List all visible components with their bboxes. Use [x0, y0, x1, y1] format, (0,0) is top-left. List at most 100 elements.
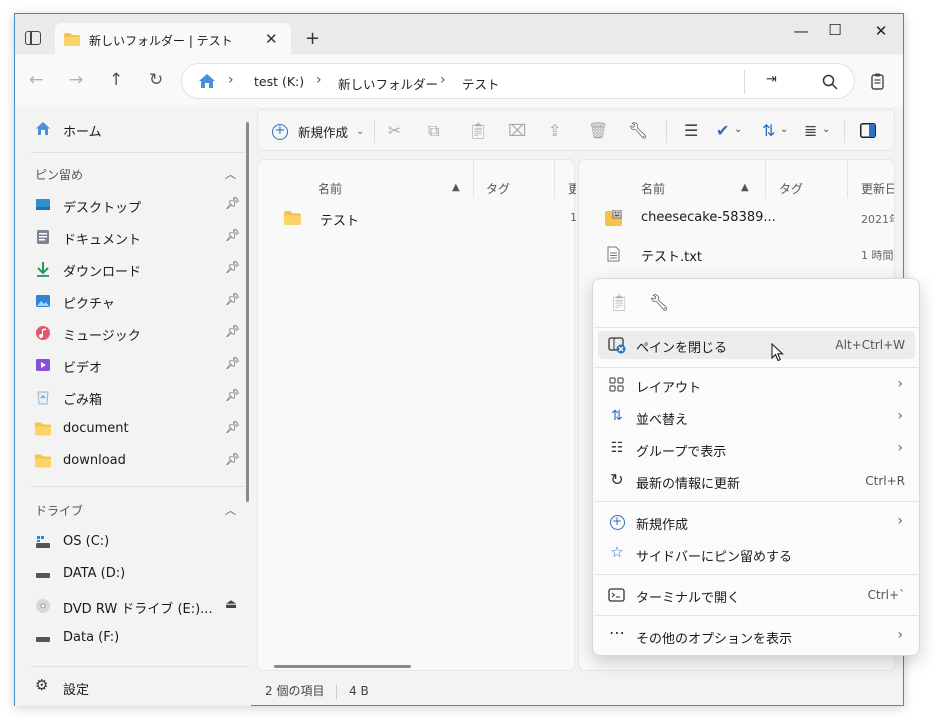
breadcrumb-drive[interactable]: test (K:) — [254, 74, 304, 89]
sidebar-item-documents[interactable]: ドキュメント 📌︎ — [35, 224, 245, 250]
details-pane-icon[interactable] — [860, 123, 876, 138]
clipboard-icon[interactable] — [871, 73, 884, 90]
pin-icon[interactable]: 📌︎ — [225, 324, 240, 338]
pinned-section-header[interactable]: ピン留め — [35, 166, 83, 183]
status-bar: 2 個の項目 4 B — [265, 682, 369, 699]
view-options-icon[interactable]: ✔ — [716, 121, 729, 140]
tab-close-icon[interactable]: ✕ — [265, 30, 278, 48]
pin-icon[interactable]: 📌︎ — [225, 292, 240, 306]
column-divider[interactable] — [554, 160, 555, 198]
paste-icon[interactable]: 📋︎ — [468, 121, 488, 140]
column-header-name[interactable]: 名前 — [641, 180, 665, 197]
list-item[interactable]: テスト 1 — [258, 206, 577, 232]
sidebar-item-pictures[interactable]: ピクチャ 📌︎ — [35, 288, 245, 314]
filter-icon[interactable]: ☰ — [684, 121, 698, 140]
sidebar-item-settings[interactable]: ⚙ 設定 — [35, 674, 245, 700]
menu-item-label: 並べ替え — [636, 413, 689, 428]
cut-icon[interactable]: ✂ — [388, 121, 401, 140]
list-item[interactable]: cheesecake-58389... 2021年 — [579, 206, 894, 232]
chevron-up-icon[interactable]: ︿ — [225, 166, 236, 182]
chevron-down-icon[interactable]: ⌄ — [822, 124, 830, 135]
sidebar-item-videos[interactable]: ビデオ 📌︎ — [35, 352, 245, 378]
menu-item-close-pane[interactable]: ペインを閉じる Alt+Ctrl+W — [598, 331, 915, 359]
column-header-tag[interactable]: タグ — [779, 180, 803, 197]
close-window-button[interactable]: ✕ — [871, 22, 891, 42]
maximize-button[interactable]: ☐ — [825, 21, 845, 41]
delete-icon[interactable]: 🗑︎ — [588, 121, 608, 140]
drives-section-header[interactable]: ドライブ — [35, 502, 83, 519]
forward-button[interactable]: → — [69, 70, 83, 90]
sort-icon[interactable]: ⇅ — [762, 121, 775, 140]
rename-icon[interactable]: ⌧ — [508, 121, 526, 140]
pin-icon[interactable]: 📌︎ — [225, 260, 240, 274]
up-button[interactable]: ↑ — [109, 70, 123, 90]
refresh-button[interactable]: ↻ — [149, 70, 163, 90]
new-tab-button[interactable]: + — [305, 28, 320, 49]
menu-item-refresh[interactable]: ↻ 最新の情報に更新 Ctrl+R — [598, 467, 915, 495]
wrench-icon[interactable]: 🔧︎ — [649, 293, 669, 312]
column-header-date[interactable]: 更 — [568, 180, 576, 197]
sidebar-item-drive-c[interactable]: OS (C:) — [35, 529, 245, 555]
sidebar-item-document-folder[interactable]: document 📌︎ — [35, 416, 245, 442]
go-to-end-icon[interactable]: ⇥ — [766, 72, 777, 87]
chevron-up-icon[interactable]: ︿ — [225, 502, 236, 518]
wrench-icon[interactable]: 🔧︎ — [628, 121, 648, 140]
column-divider[interactable] — [847, 160, 848, 198]
column-header-tag[interactable]: タグ — [486, 180, 510, 197]
home-icon[interactable] — [198, 73, 216, 89]
column-header-date[interactable]: 更新日 — [861, 180, 894, 197]
pin-icon[interactable]: 📌︎ — [225, 196, 240, 210]
tab-current[interactable]: 新しいフォルダー | テスト ✕ — [55, 23, 291, 55]
pin-icon[interactable]: 📌︎ — [225, 452, 240, 466]
menu-item-sort[interactable]: ⇅ 並べ替え › — [598, 403, 915, 431]
chevron-down-icon[interactable]: ⌄ — [734, 124, 742, 135]
pin-icon[interactable]: 📌︎ — [225, 356, 240, 370]
new-button-label: 新規作成 — [297, 125, 348, 140]
menu-item-layout[interactable]: レイアウト › — [598, 371, 915, 399]
pin-icon[interactable]: 📌︎ — [225, 228, 240, 242]
copy-icon[interactable]: ⧉ — [428, 121, 439, 141]
pin-icon[interactable]: 📌︎ — [225, 388, 240, 402]
sidebar-item-home[interactable]: ホーム — [35, 116, 245, 142]
tab-overview-icon[interactable] — [25, 31, 41, 45]
menu-item-more-options[interactable]: ⋯ その他のオプションを表示 › — [598, 622, 915, 650]
folder-icon — [64, 33, 80, 46]
menu-item-new[interactable]: + 新規作成 › — [598, 508, 915, 536]
menu-divider — [594, 367, 920, 368]
share-icon[interactable]: ⇪ — [548, 121, 561, 140]
sidebar-item-download-folder[interactable]: download 📌︎ — [35, 448, 245, 474]
new-button[interactable]: + 新規作成 ⌄ — [272, 122, 364, 141]
menu-item-group-by[interactable]: ☷ グループで表示 › — [598, 435, 915, 463]
sidebar-item-drive-d[interactable]: DATA (D:) — [35, 561, 245, 587]
sidebar-item-drive-f[interactable]: Data (F:) — [35, 625, 245, 651]
folder-icon — [35, 454, 51, 468]
address-bar[interactable]: › test (K:) › 新しいフォルダー › テスト ⇥ — [181, 63, 855, 99]
toolbar-divider — [844, 119, 845, 143]
menu-item-open-terminal[interactable]: ターミナルで開く Ctrl+` — [598, 581, 915, 609]
column-divider[interactable] — [473, 160, 474, 198]
search-icon[interactable] — [822, 74, 838, 90]
chevron-right-icon: › — [897, 408, 903, 424]
eject-icon[interactable]: ⏏ — [225, 597, 237, 612]
chevron-down-icon[interactable]: ⌄ — [780, 124, 788, 135]
sidebar-item-downloads[interactable]: ダウンロード 📌︎ — [35, 256, 245, 282]
menu-divider — [594, 501, 920, 502]
pin-icon[interactable]: 📌︎ — [225, 420, 240, 434]
horizontal-scrollbar[interactable] — [274, 665, 411, 668]
column-divider[interactable] — [765, 160, 766, 198]
sidebar-item-drive-e[interactable]: DVD RW ドライブ (E:)... ⏏ — [35, 593, 245, 619]
sidebar-item-music[interactable]: ミュージック 📌︎ — [35, 320, 245, 346]
list-item[interactable]: テスト.txt 1 時間 — [579, 242, 894, 268]
breadcrumb-folder[interactable]: 新しいフォルダー — [338, 74, 438, 93]
minimize-button[interactable]: — — [791, 22, 811, 42]
breadcrumb-current[interactable]: テスト — [462, 74, 500, 93]
paste-icon[interactable]: 📋︎ — [609, 293, 629, 312]
mouse-cursor-icon — [771, 343, 784, 362]
sidebar-item-recycle-bin[interactable]: ごみ箱 📌︎ — [35, 384, 245, 410]
sidebar-scrollbar[interactable] — [246, 122, 249, 502]
column-header-name[interactable]: 名前 — [318, 180, 342, 197]
sidebar-item-desktop[interactable]: デスクトップ 📌︎ — [35, 192, 245, 218]
menu-item-pin-sidebar[interactable]: ☆ サイドバーにピン留めする — [598, 540, 915, 568]
back-button[interactable]: ← — [29, 70, 43, 90]
layout-icon[interactable]: ≣ — [804, 121, 817, 140]
